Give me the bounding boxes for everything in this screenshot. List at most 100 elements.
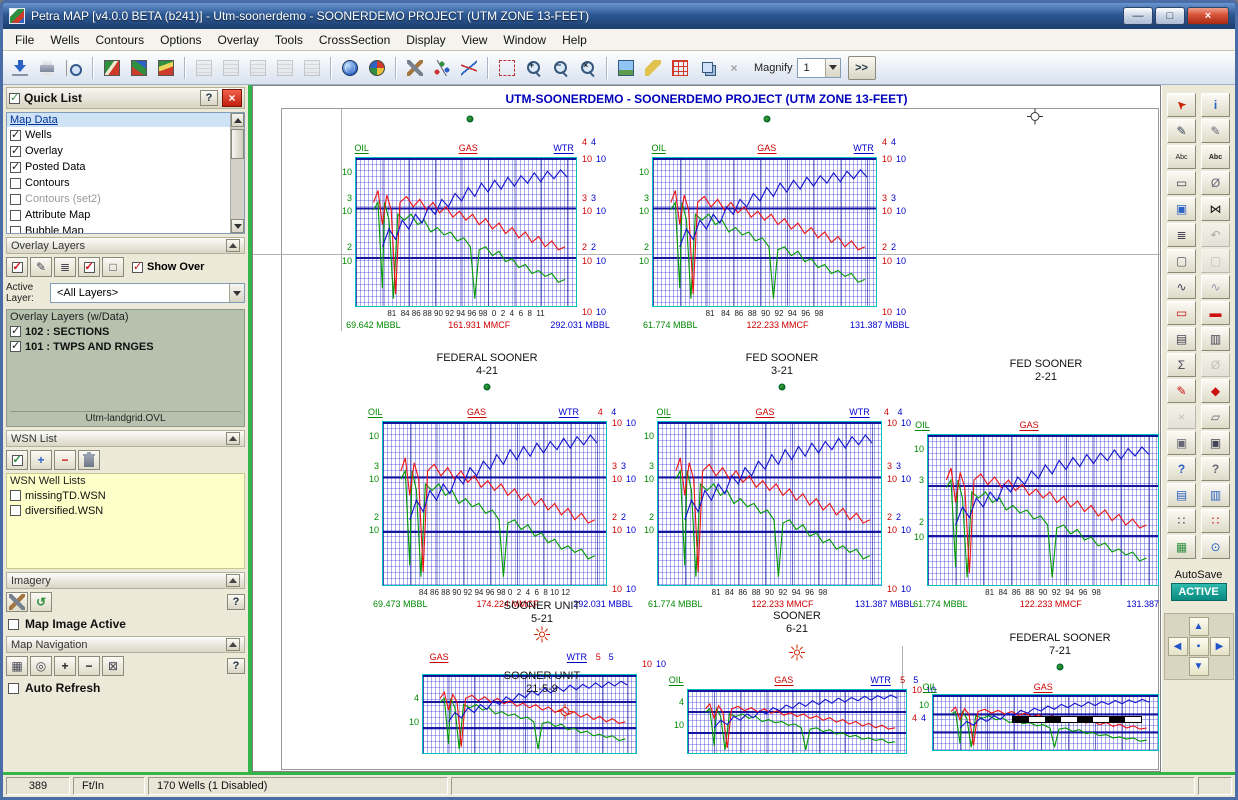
well-nodes-button[interactable]: [429, 55, 455, 81]
scrollbar-up-button[interactable]: [231, 113, 244, 127]
scrollbar-track[interactable]: [231, 127, 244, 219]
map-canvas[interactable]: OILGASWTR1031021044101033101022101010108…: [253, 86, 1160, 771]
wsn-list-item[interactable]: missingTD.WSN: [10, 488, 241, 503]
info-tool[interactable]: i: [1201, 93, 1230, 117]
pages-tool[interactable]: ▤: [1167, 483, 1196, 507]
profile2-tool[interactable]: ∿: [1201, 275, 1230, 299]
red-rect-tool[interactable]: ▭: [1167, 301, 1196, 325]
nav-up-button[interactable]: ▲: [1189, 617, 1209, 636]
no-symbol-tool[interactable]: Ø: [1201, 171, 1230, 195]
nav-down-button[interactable]: ▼: [1189, 657, 1209, 676]
overlay-select-button[interactable]: [6, 257, 28, 277]
overlay-layer-checkbox[interactable]: [10, 326, 21, 337]
help-tool[interactable]: ?: [1167, 457, 1196, 481]
menu-item-display[interactable]: Display: [398, 30, 453, 50]
map-image-active-checkbox[interactable]: [8, 619, 19, 630]
color-wheel-button[interactable]: [364, 55, 390, 81]
map-data-list-header[interactable]: Map Data: [7, 113, 230, 127]
nav-right-button[interactable]: ▶: [1210, 637, 1230, 656]
menu-item-file[interactable]: File: [7, 30, 42, 50]
magnify-dropdown[interactable]: 1: [797, 58, 841, 78]
nav-zoomout-button[interactable]: −: [78, 656, 100, 676]
map-data-item[interactable]: Posted Data: [7, 159, 230, 175]
tile2-tool[interactable]: ▥: [1201, 327, 1230, 351]
quick-list-help-button[interactable]: ?: [200, 90, 218, 106]
sigma-tool[interactable]: Σ: [1167, 353, 1196, 377]
map-data-checkbox[interactable]: [10, 146, 21, 157]
map-data-checkbox[interactable]: [10, 194, 21, 205]
maximize-button[interactable]: □: [1155, 7, 1185, 25]
active-layer-dropdown[interactable]: <All Layers>: [50, 283, 245, 303]
menu-item-overlay[interactable]: Overlay: [210, 30, 267, 50]
print-preview-button[interactable]: [61, 55, 87, 81]
red-grid-button[interactable]: [667, 55, 693, 81]
auto-refresh-checkbox[interactable]: [8, 683, 19, 694]
wsn-collapse-button[interactable]: [226, 432, 240, 445]
wsn-select-button[interactable]: [6, 450, 28, 470]
image-tool[interactable]: ▣: [1167, 197, 1196, 221]
imagery-refresh-button[interactable]: ↺: [30, 592, 52, 612]
zoom-box-button[interactable]: [494, 55, 520, 81]
select-rect-tool[interactable]: ▢: [1167, 249, 1196, 273]
list-tool[interactable]: ≣: [1167, 223, 1196, 247]
zoom-map-tool[interactable]: ⊙: [1201, 535, 1230, 559]
pen-tool[interactable]: ✎: [1167, 119, 1196, 143]
scrollbar-thumb[interactable]: [231, 129, 244, 159]
pointer-tool[interactable]: ➤: [1167, 93, 1196, 117]
overlay-layer-item[interactable]: 102 : SECTIONS: [10, 324, 241, 339]
map-data-checkbox[interactable]: [10, 162, 21, 173]
crosssection-line-button[interactable]: [456, 55, 482, 81]
wsn-remove-button[interactable]: −: [54, 450, 76, 470]
dots-grid-tool[interactable]: ∷: [1167, 509, 1196, 533]
tools-button[interactable]: [402, 55, 428, 81]
scrollbar-down-button[interactable]: [231, 219, 244, 233]
globe-button[interactable]: [337, 55, 363, 81]
help-page-tool[interactable]: ?: [1201, 457, 1230, 481]
nav-pan-button[interactable]: ▦: [6, 656, 28, 676]
clipboard-copy-tool[interactable]: ▣: [1167, 431, 1196, 455]
text-abc-tool[interactable]: Abc: [1167, 145, 1196, 169]
dots-grid2-tool[interactable]: ∷: [1201, 509, 1230, 533]
toolbar-more-button[interactable]: >>: [848, 56, 876, 80]
zoom-in-button[interactable]: +: [521, 55, 547, 81]
nav-zoomin-button[interactable]: +: [54, 656, 76, 676]
map-data-item[interactable]: Contours (set2): [7, 191, 230, 207]
map-data-item[interactable]: Contours: [7, 175, 230, 191]
map-navigation-help-button[interactable]: ?: [227, 658, 245, 674]
eraser-tool[interactable]: ▱: [1201, 405, 1230, 429]
show-over-checkbox[interactable]: [132, 262, 143, 273]
menu-item-tools[interactable]: Tools: [267, 30, 311, 50]
map-data-checkbox[interactable]: [10, 210, 21, 221]
nav-left-button[interactable]: ◀: [1168, 637, 1188, 656]
map-display-1-button[interactable]: [99, 55, 125, 81]
red-pen-tool[interactable]: ✎: [1167, 379, 1196, 403]
menu-item-help[interactable]: Help: [554, 30, 595, 50]
magnify-dropdown-arrow-icon[interactable]: [825, 59, 840, 77]
zoom-out-button[interactable]: −: [548, 55, 574, 81]
wsn-list-item[interactable]: diversified.WSN: [10, 503, 241, 518]
wsn-add-button[interactable]: +: [30, 450, 52, 470]
nav-center-button[interactable]: ▪: [1189, 637, 1209, 656]
pen-ruler-tool[interactable]: ✎: [1201, 119, 1230, 143]
wsn-trash-button[interactable]: [78, 450, 100, 470]
menu-item-options[interactable]: Options: [152, 30, 209, 50]
map-display-3-button[interactable]: [153, 55, 179, 81]
map-data-scrollbar[interactable]: [230, 113, 244, 233]
red-rect-filled-tool[interactable]: ▬: [1201, 301, 1230, 325]
red-shape-tool[interactable]: ◆: [1201, 379, 1230, 403]
map-data-checkbox[interactable]: [10, 226, 21, 234]
overlay-edit-button[interactable]: ✎: [30, 257, 52, 277]
thumbnail-button[interactable]: [613, 55, 639, 81]
text-abc-multi-tool[interactable]: Abc: [1201, 145, 1230, 169]
menu-item-contours[interactable]: Contours: [87, 30, 152, 50]
map-data-checkbox[interactable]: [10, 178, 21, 189]
tile-tool[interactable]: ▤: [1167, 327, 1196, 351]
map-data-item[interactable]: Wells: [7, 127, 230, 143]
map-navigation-collapse-button[interactable]: [226, 638, 240, 651]
overlay-layer-item[interactable]: 101 : TWPS AND RNGES: [10, 339, 241, 354]
nav-full-button[interactable]: ⊠: [102, 656, 124, 676]
overlay-order-button[interactable]: ≣: [54, 257, 76, 277]
minimize-button[interactable]: —: [1123, 7, 1153, 25]
overlay-layer-checkbox[interactable]: [10, 341, 21, 352]
menu-item-window[interactable]: Window: [495, 30, 554, 50]
